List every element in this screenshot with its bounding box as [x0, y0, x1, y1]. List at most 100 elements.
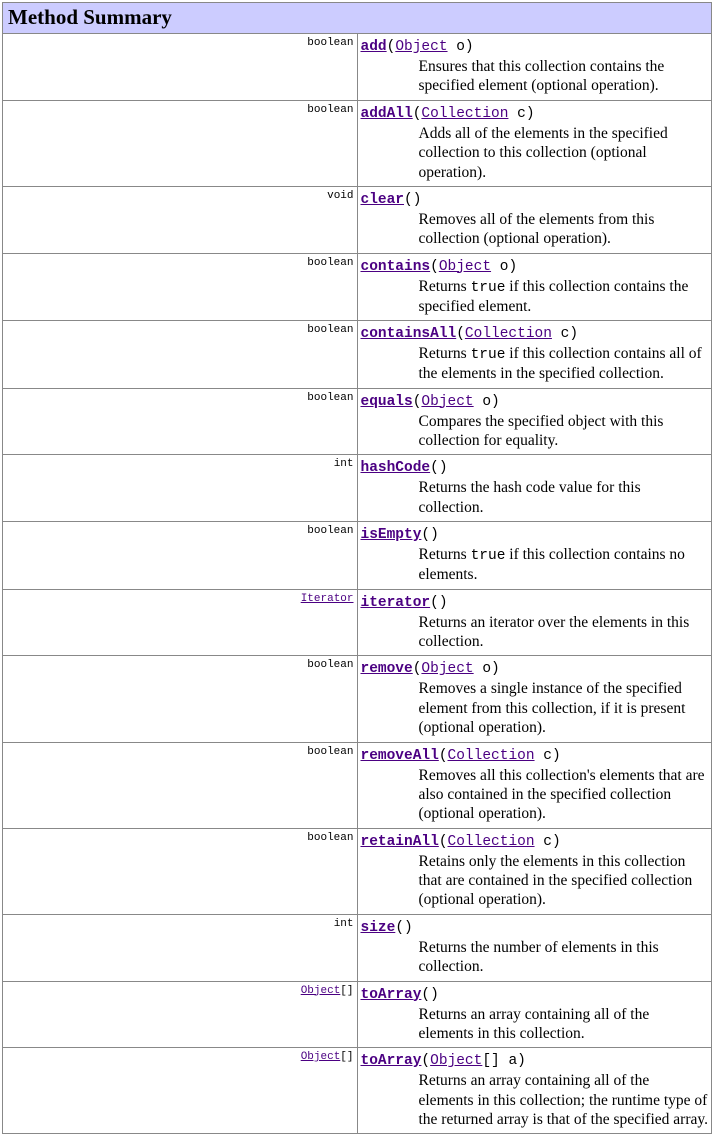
paren-open: () [430, 595, 447, 611]
param-type-link[interactable]: Collection [448, 834, 535, 850]
table-row: void clear()Removes all of the elements f… [3, 186, 712, 253]
method-description: Returns an array containing all of the e… [419, 1005, 709, 1044]
method-cell: size() Returns the number of elements in … [357, 914, 712, 981]
param-type-link[interactable]: Object [439, 259, 491, 275]
method-signature: iterator() [361, 595, 448, 611]
return-type: boolean [3, 100, 358, 186]
return-type: Iterator [3, 589, 358, 656]
table-row: boolean containsAll(Collection c) Returns … [3, 321, 712, 389]
return-type: Object[] [3, 981, 358, 1048]
param-type-link[interactable]: Object [430, 1053, 482, 1069]
method-description: Returns an iterator over the elements in… [419, 613, 709, 652]
method-cell: clear()Removes all of the elements from … [357, 186, 712, 253]
paren-open: ( [430, 259, 439, 275]
method-cell: toArray(Object[] a) Returns an array cont… [357, 1048, 712, 1134]
method-signature: retainAll(Collection c) [361, 834, 561, 850]
method-signature: contains(Object o) [361, 259, 518, 275]
method-description: Adds all of the elements in the specifie… [419, 124, 709, 182]
param-type-link[interactable]: Object [395, 39, 447, 55]
return-type-link[interactable]: Iterator [301, 593, 354, 605]
method-description: Returns the number of elements in this c… [419, 938, 709, 977]
param-var: c) [535, 834, 561, 850]
method-summary-table: Method Summary booleanadd(Object o)Ensur… [2, 2, 712, 1134]
param-var: [] a) [482, 1053, 526, 1069]
method-link[interactable]: addAll [361, 106, 413, 122]
method-signature: remove(Object o) [361, 661, 500, 677]
desc-pre: Ensures that this collection contains th… [419, 58, 665, 94]
table-row: booleanequals(Object o)Compares the spec… [3, 388, 712, 455]
param-type-link[interactable]: Object [421, 394, 473, 410]
desc-code: true [471, 280, 506, 296]
method-description: Returns the hash code value for this col… [419, 478, 709, 517]
return-type: boolean [3, 522, 358, 590]
method-description: Returns true if this collection contains… [419, 344, 709, 384]
method-cell: equals(Object o)Compares the specified o… [357, 388, 712, 455]
method-link[interactable]: iterator [361, 595, 431, 611]
param-var: c) [508, 106, 534, 122]
method-cell: isEmpty()Returns true if this collection… [357, 522, 712, 590]
return-type-link[interactable]: Object [301, 985, 341, 997]
method-link[interactable]: contains [361, 259, 431, 275]
method-description: Removes all this collection's elements t… [419, 766, 709, 824]
return-type: boolean [3, 34, 358, 101]
method-signature: toArray(Object[] a) [361, 1053, 526, 1069]
method-cell: add(Object o) Ensures that this collectio… [357, 34, 712, 101]
desc-pre: Returns the hash code value for this col… [419, 479, 641, 515]
method-link[interactable]: retainAll [361, 834, 439, 850]
return-type-text: boolean [307, 324, 353, 336]
table-row: Object[]toArray(Object[] a)Returns an ar… [3, 1048, 712, 1134]
desc-code: true [471, 548, 506, 564]
table-row: booleanremoveAll(Collection c)Removes al… [3, 742, 712, 828]
method-link[interactable]: add [361, 39, 387, 55]
method-description: Returns an array containing all of the e… [419, 1071, 709, 1129]
paren-open: ( [387, 39, 396, 55]
param-type-link[interactable]: Object [421, 661, 473, 677]
desc-pre: Returns an array containing all of the e… [419, 1072, 708, 1128]
param-var: o) [448, 39, 474, 55]
method-link[interactable]: toArray [361, 987, 422, 1003]
return-type-text: void [327, 190, 353, 202]
return-type: Object[] [3, 1048, 358, 1134]
method-link[interactable]: hashCode [361, 460, 431, 476]
method-link[interactable]: clear [361, 192, 405, 208]
method-signature: containsAll(Collection c) [361, 326, 579, 342]
return-type-text: boolean [307, 525, 353, 537]
method-signature: isEmpty() [361, 527, 439, 543]
method-link[interactable]: remove [361, 661, 413, 677]
paren-open: () [395, 920, 412, 936]
return-type: boolean [3, 321, 358, 389]
method-description: Retains only the elements in this collec… [419, 852, 709, 910]
table-row: inthashCode()Returns the hash code value… [3, 455, 712, 522]
return-type: boolean [3, 656, 358, 742]
return-type-link[interactable]: Object [301, 1051, 341, 1063]
paren-open: ( [456, 326, 465, 342]
method-cell: remove(Object o) Removes a single instanc… [357, 656, 712, 742]
return-type: void [3, 186, 358, 253]
method-link[interactable]: removeAll [361, 748, 439, 764]
table-header: Method Summary [3, 3, 712, 34]
paren-open: ( [439, 748, 448, 764]
method-cell: removeAll(Collection c)Removes all this … [357, 742, 712, 828]
method-cell: containsAll(Collection c) Returns true if… [357, 321, 712, 389]
desc-pre: Removes a single instance of the specifi… [419, 680, 686, 736]
return-type-text: int [334, 458, 354, 470]
return-type-text: boolean [307, 832, 353, 844]
table-row: intsize()Returns the number of elements … [3, 914, 712, 981]
param-var: o) [474, 661, 500, 677]
method-link[interactable]: toArray [361, 1053, 422, 1069]
param-type-link[interactable]: Collection [421, 106, 508, 122]
paren-open: ( [421, 1053, 430, 1069]
desc-pre: Removes all this collection's elements t… [419, 767, 705, 823]
method-signature: add(Object o) [361, 39, 474, 55]
return-type-text: boolean [307, 104, 353, 116]
return-type-suffix: [] [340, 985, 353, 997]
param-type-link[interactable]: Collection [448, 748, 535, 764]
method-link[interactable]: containsAll [361, 326, 457, 342]
method-link[interactable]: equals [361, 394, 413, 410]
method-link[interactable]: isEmpty [361, 527, 422, 543]
method-description: Removes a single instance of the specifi… [419, 679, 709, 737]
method-link[interactable]: size [361, 920, 396, 936]
param-type-link[interactable]: Collection [465, 326, 552, 342]
param-var: o) [474, 394, 500, 410]
desc-pre: Returns the number of elements in this c… [419, 939, 659, 975]
